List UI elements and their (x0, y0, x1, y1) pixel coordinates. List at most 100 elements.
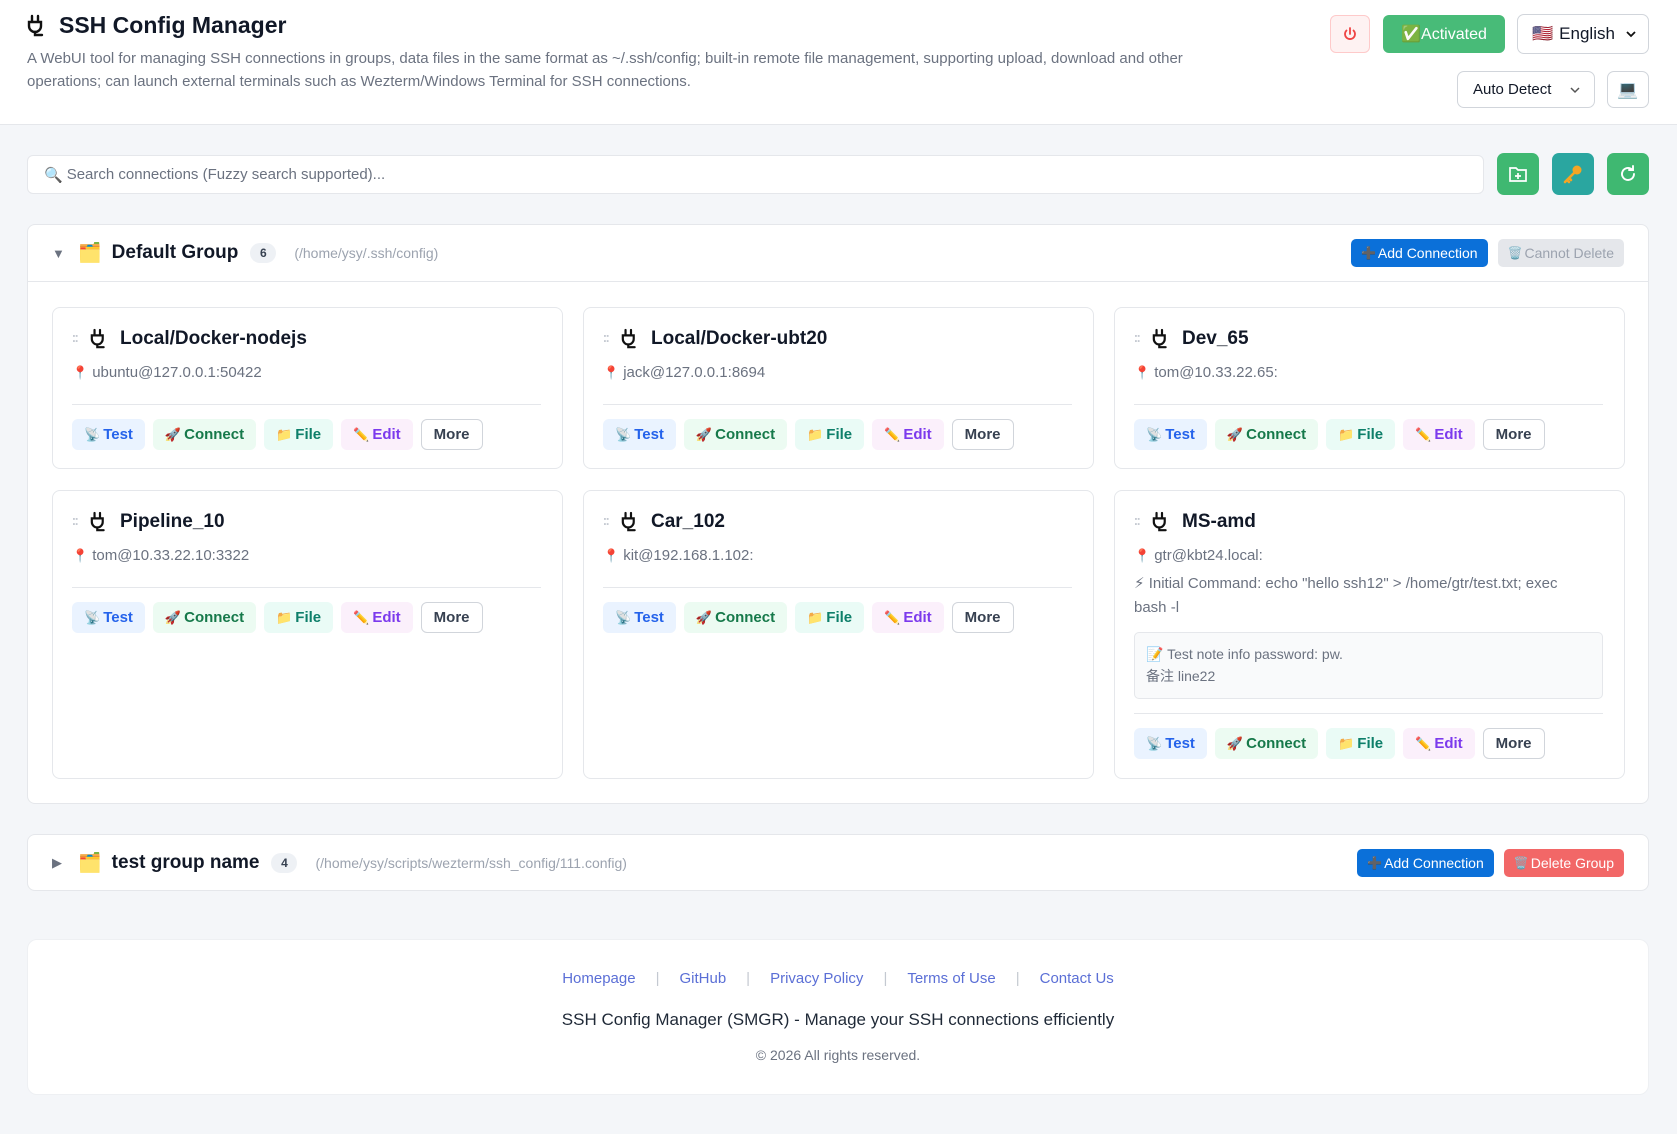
edit-button[interactable]: ✏️ Edit (341, 602, 413, 633)
host-text: tom@10.33.22.65: (1154, 364, 1278, 381)
activated-button[interactable]: ✅Activated (1383, 15, 1505, 53)
edit-button[interactable]: ✏️ Edit (341, 419, 413, 450)
footer-link-contact[interactable]: Contact Us (1040, 970, 1114, 987)
folder-icon: 📁 (807, 426, 824, 442)
connect-button[interactable]: 🚀 Connect (152, 602, 257, 633)
collapse-toggle-icon[interactable]: ▼ (52, 246, 78, 261)
connect-button[interactable]: 🚀 Connect (683, 602, 788, 633)
drag-handle-icon[interactable]: ⁚⁚ (603, 517, 621, 528)
edit-button[interactable]: ✏️ Edit (872, 419, 944, 450)
edit-label: Edit (903, 609, 932, 626)
connection-name: Car_102 (651, 511, 725, 532)
footer-link-terms[interactable]: Terms of Use (907, 970, 995, 987)
file-button[interactable]: 📁 File (264, 602, 334, 633)
language-select[interactable]: 🇺🇸 English (1517, 14, 1649, 54)
add-group-button[interactable] (1497, 153, 1539, 195)
test-button[interactable]: 📡 Test (1134, 419, 1207, 450)
pin-icon: 📍 (72, 547, 89, 563)
more-button[interactable]: More (1482, 419, 1545, 450)
test-button[interactable]: 📡 Test (603, 419, 676, 450)
connection-host: 📍 gtr@kbt24.local: (1134, 547, 1263, 564)
edit-button[interactable]: ✏️ Edit (872, 602, 944, 633)
connect-button[interactable]: 🚀 Connect (1214, 419, 1319, 450)
connection-title: ⁚⁚ MS-amd (1134, 511, 1256, 533)
connection-card[interactable]: ⁚⁚ Local/Docker-ubt20 📍 jack@127.0.0.1:86… (583, 307, 1094, 469)
connection-card[interactable]: ⁚⁚ MS-amd 📍 gtr@kbt24.local: ⚡ Initial Co… (1114, 490, 1625, 779)
file-button[interactable]: 📁 File (264, 419, 334, 450)
drag-handle-icon[interactable]: ⁚⁚ (72, 517, 90, 528)
search-icon: 🔍 (44, 166, 63, 184)
cannot-delete-label: Cannot Delete (1524, 245, 1614, 261)
group-header[interactable]: ▶ 🗂️ test group name 4 (/home/ysy/script… (28, 835, 1648, 891)
refresh-icon (1621, 165, 1635, 181)
pencil-icon: ✏️ (353, 609, 370, 625)
connection-host: 📍 kit@192.168.1.102: (603, 547, 754, 564)
footer-link-github[interactable]: GitHub (679, 970, 726, 987)
connection-title: ⁚⁚ Local/Docker-nodejs (72, 328, 307, 350)
more-button[interactable]: More (1482, 728, 1545, 759)
connection-card[interactable]: ⁚⁚ Pipeline_10 📍 tom@10.33.22.10:3322 📡 Te… (52, 490, 563, 779)
more-button[interactable]: More (951, 419, 1014, 450)
connection-name: Pipeline_10 (120, 511, 225, 532)
connect-label: Connect (715, 609, 776, 626)
connect-button[interactable]: 🚀 Connect (1214, 728, 1319, 759)
file-button[interactable]: 📁 File (1326, 728, 1396, 759)
test-button[interactable]: 📡 Test (1134, 728, 1207, 759)
drag-handle-icon[interactable]: ⁚⁚ (1134, 334, 1152, 345)
search-input[interactable]: 🔍 Search connections (Fuzzy search suppo… (27, 155, 1484, 194)
file-label: File (826, 426, 853, 443)
group-default: ▼ 🗂️ Default Group 6 (/home/ysy/.ssh/con… (27, 224, 1649, 804)
group-header[interactable]: ▼ 🗂️ Default Group 6 (/home/ysy/.ssh/con… (28, 225, 1648, 281)
delete-group-button[interactable]: 🗑️ Delete Group (1503, 849, 1624, 877)
file-button[interactable]: 📁 File (1326, 419, 1396, 450)
connection-card[interactable]: ⁚⁚ Dev_65 📍 tom@10.33.22.65: 📡 Test 🚀 Conne… (1114, 307, 1625, 469)
footer-link-privacy[interactable]: Privacy Policy (770, 970, 863, 987)
drag-handle-icon[interactable]: ⁚⁚ (1134, 517, 1152, 528)
host-text: kit@192.168.1.102: (623, 547, 754, 564)
connect-button[interactable]: 🚀 Connect (683, 419, 788, 450)
expand-toggle-icon[interactable]: ▶ (52, 855, 78, 871)
theme-label: Auto Detect (1473, 81, 1552, 98)
refresh-button[interactable] (1607, 153, 1649, 195)
separator: | (746, 970, 751, 987)
satellite-icon: 📡 (84, 426, 101, 442)
separator: | (883, 970, 888, 987)
edit-button[interactable]: ✏️ Edit (1403, 419, 1475, 450)
file-button[interactable]: 📁 File (795, 602, 865, 633)
add-connection-button[interactable]: ➕ Add Connection (1357, 849, 1494, 877)
connect-button[interactable]: 🚀 Connect (152, 419, 257, 450)
more-button[interactable]: More (420, 419, 483, 450)
test-button[interactable]: 📡 Test (603, 602, 676, 633)
test-button[interactable]: 📡 Test (72, 419, 145, 450)
add-connection-button[interactable]: ➕ Add Connection (1350, 239, 1488, 267)
pin-icon: 📍 (72, 364, 89, 380)
theme-select[interactable]: Auto Detect (1457, 71, 1595, 108)
footer-link-homepage[interactable]: Homepage (562, 970, 635, 987)
terminal-button[interactable]: 💻 (1607, 71, 1649, 108)
plug-icon (27, 14, 49, 38)
edit-button[interactable]: ✏️ Edit (1403, 728, 1475, 759)
connection-host: 📍 tom@10.33.22.10:3322 (72, 547, 249, 564)
divider (603, 404, 1072, 405)
more-button[interactable]: More (951, 602, 1014, 633)
satellite-icon: 📡 (1146, 426, 1163, 442)
test-button[interactable]: 📡 Test (72, 602, 145, 633)
file-label: File (295, 609, 322, 626)
app-title: SSH Config Manager (27, 12, 286, 39)
satellite-icon: 📡 (84, 609, 101, 625)
divider (603, 587, 1072, 588)
power-button[interactable] (1330, 15, 1370, 53)
connect-label: Connect (1246, 426, 1307, 443)
footer-copyright: © 2026 All rights reserved. (755, 1047, 921, 1063)
key-button[interactable] (1552, 153, 1594, 195)
plus-icon: ➕ (1367, 856, 1383, 870)
satellite-icon: 📡 (615, 426, 632, 442)
more-button[interactable]: More (420, 602, 483, 633)
connection-card[interactable]: ⁚⁚ Car_102 📍 kit@192.168.1.102: 📡 Test 🚀 Co… (583, 490, 1094, 779)
drag-handle-icon[interactable]: ⁚⁚ (603, 334, 621, 345)
connection-card[interactable]: ⁚⁚ Local/Docker-nodejs 📍 ubuntu@127.0.0.1… (52, 307, 563, 469)
host-text: jack@127.0.0.1:8694 (623, 364, 766, 381)
group-name: test group name (111, 852, 260, 873)
file-button[interactable]: 📁 File (795, 419, 865, 450)
drag-handle-icon[interactable]: ⁚⁚ (72, 334, 90, 345)
